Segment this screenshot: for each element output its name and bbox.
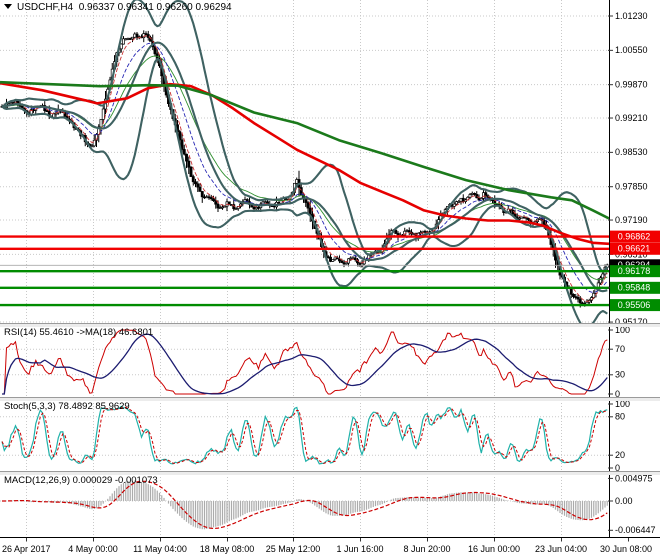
chart-title: USDCHF,H4 0.96337 0.96341 0.96260 0.9629…	[4, 2, 232, 13]
macd-histogram	[2, 481, 607, 530]
price-scale[interactable]	[610, 0, 660, 538]
price-levels	[0, 237, 609, 305]
chart-window: 1.012301.005500.998700.992100.985300.978…	[0, 0, 660, 560]
chart-symbol-period: USDCHF,H4	[17, 2, 73, 13]
stoch-indicator-label: Stoch(5,3,3) 78.4892 85.9629	[4, 401, 130, 412]
candles	[1, 30, 608, 307]
macd-indicator-label: MACD(12,26,9) 0.000029 -0.001073	[4, 475, 158, 486]
stoch-pane	[2, 406, 607, 464]
rsi-line	[2, 330, 607, 394]
macd-signal-line	[2, 481, 607, 528]
stoch-k-line	[2, 406, 607, 464]
rsi-pane	[2, 330, 607, 394]
time-scale[interactable]	[0, 538, 660, 560]
rsi-ma-line	[2, 334, 607, 394]
bollinger-bands	[2, 0, 607, 328]
ema-lines	[2, 36, 607, 302]
rsi-indicator-label: RSI(14) 55.4610 ->MA(18) 46.6801	[4, 327, 153, 338]
chart-dropdown-icon[interactable]	[4, 4, 12, 9]
chart-ohlc-values: 0.96337 0.96341 0.96260 0.96294	[79, 2, 232, 13]
